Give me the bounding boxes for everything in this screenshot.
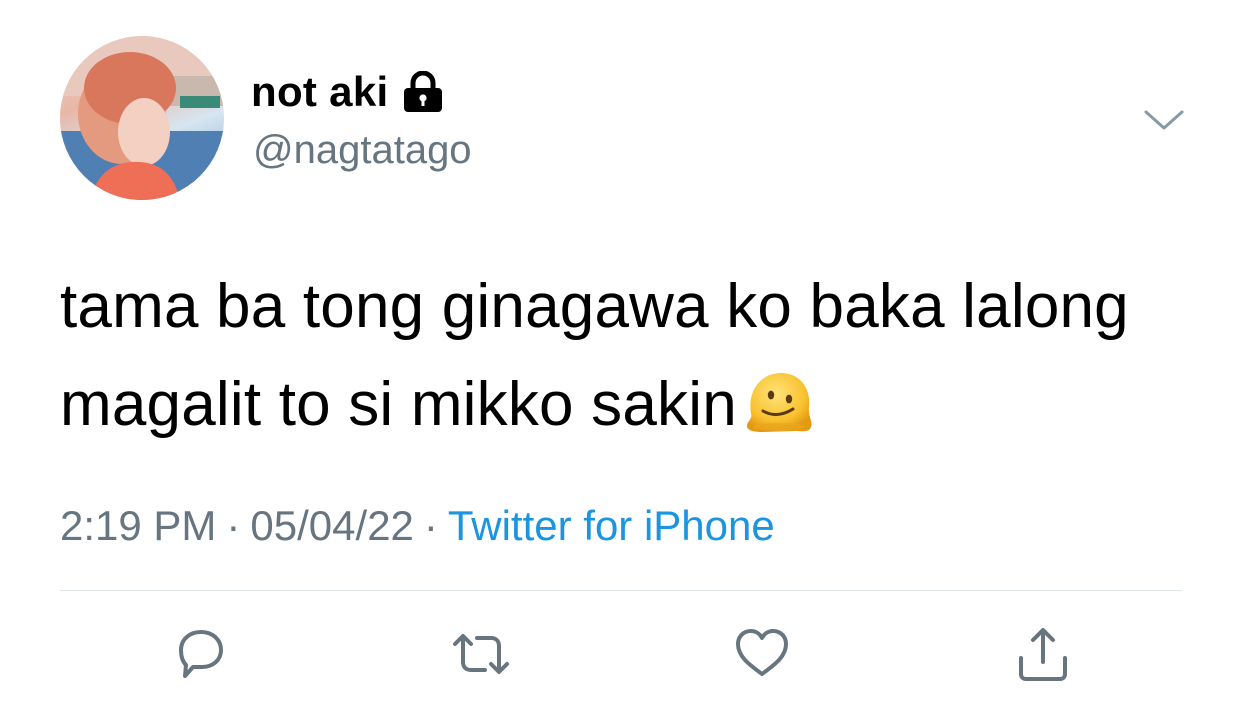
tweet-text-line-1: tama ba tong ginagawa ko baka lalong xyxy=(60,272,1129,341)
display-name-row[interactable]: not aki xyxy=(251,66,446,118)
tweet-time[interactable]: 2:19 PM xyxy=(60,502,216,549)
avatar[interactable] xyxy=(60,36,224,200)
share-icon xyxy=(1019,628,1067,681)
chevron-down-icon[interactable] xyxy=(1142,100,1186,140)
meta-separator: · xyxy=(226,502,241,549)
tweet-text-line-2-text: magalit to si mikko sakin xyxy=(60,370,737,439)
reply-button[interactable] xyxy=(169,622,233,686)
reply-icon xyxy=(179,630,223,678)
tweet-text: tama ba tong ginagawa ko baka lalong mag… xyxy=(60,258,1210,454)
retweet-button[interactable] xyxy=(449,622,513,686)
avatar-photo xyxy=(60,36,224,200)
display-name[interactable]: not aki xyxy=(251,66,388,118)
share-button[interactable] xyxy=(1011,622,1075,686)
tweet-text-line-2: magalit to si mikko sakin xyxy=(60,356,1210,454)
melting-face-emoji xyxy=(746,373,812,432)
like-button[interactable] xyxy=(730,622,794,686)
meta-separator: · xyxy=(423,502,438,549)
lock-icon xyxy=(404,71,443,112)
divider xyxy=(60,590,1182,591)
tweet-meta: 2:19 PM · 05/04/22 · Twitter for iPhone xyxy=(60,498,775,554)
retweet-icon xyxy=(453,634,509,674)
tweet-date[interactable]: 05/04/22 xyxy=(250,502,414,549)
like-icon xyxy=(736,629,788,676)
user-handle[interactable]: @nagtatago xyxy=(253,126,472,174)
tweet-source-link[interactable]: Twitter for iPhone xyxy=(448,502,775,549)
